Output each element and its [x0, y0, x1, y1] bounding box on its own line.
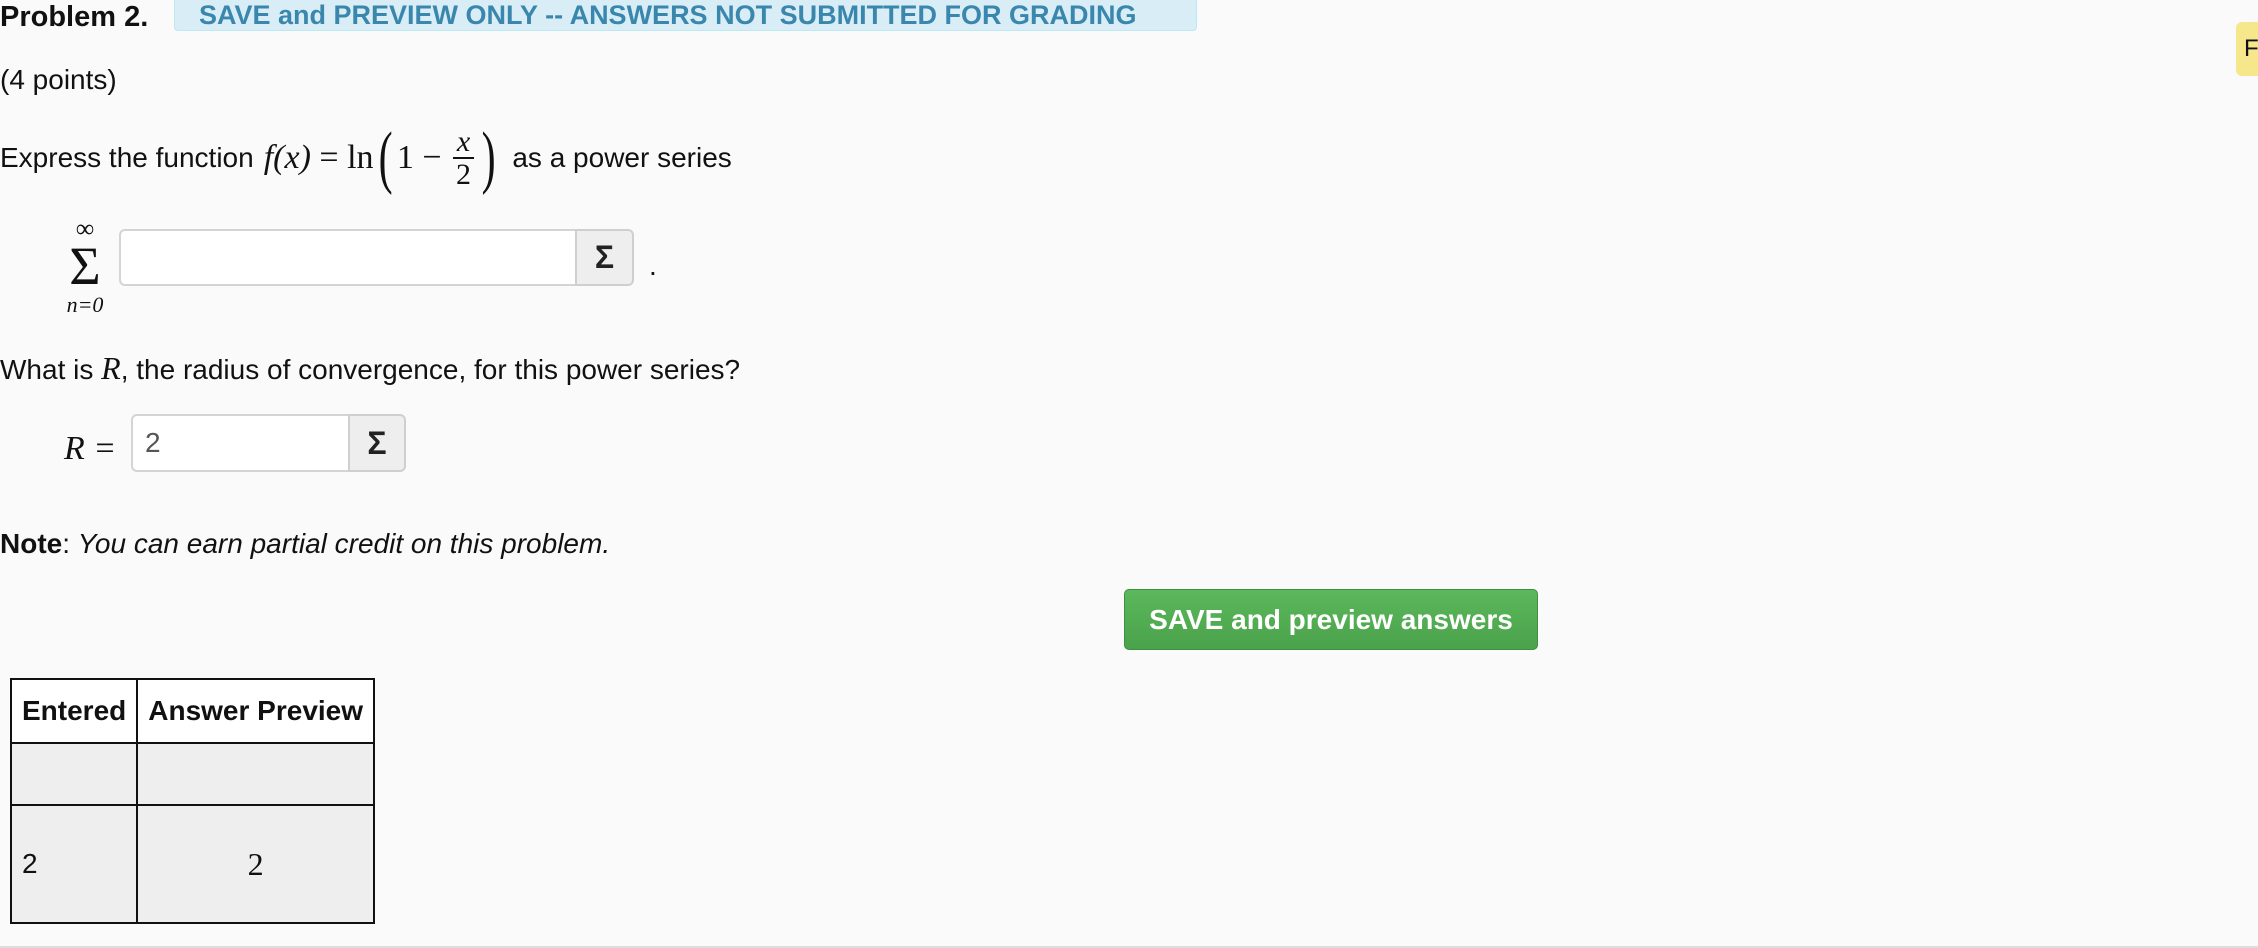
table-header-row: Entered Answer Preview	[9, 678, 376, 744]
header-entered: Entered	[9, 678, 139, 744]
equals-sign: =	[319, 139, 339, 176]
left-paren: (	[378, 119, 393, 196]
header-answer-preview: Answer Preview	[136, 678, 376, 744]
radius-input[interactable]	[131, 414, 348, 472]
fraction: x 2	[452, 125, 475, 191]
table-row: 2 2	[9, 804, 376, 924]
right-paren: )	[481, 119, 496, 196]
preview-cell	[136, 742, 376, 806]
question-express-function: Express the function f(x) = ln ( 1 − x 2…	[0, 118, 732, 198]
question-prefix: Express the function	[0, 142, 254, 173]
preview-only-banner: SAVE and PREVIEW ONLY -- ANSWERS NOT SUB…	[174, 0, 1197, 31]
preview-cell: 2	[136, 804, 376, 924]
radius-label: R =	[64, 430, 116, 468]
summation-symbol: ∞ Σ n=0	[60, 216, 110, 320]
points-label: (4 points)	[0, 64, 117, 95]
entered-cell: 2	[9, 804, 139, 924]
fraction-numerator: x	[452, 125, 475, 159]
sigma-icon: Σ	[69, 236, 101, 296]
function-lhs: f(x)	[263, 139, 311, 176]
partial-credit-note: Note: You can earn partial credit on thi…	[0, 528, 610, 560]
radius-label-text: R =	[64, 430, 117, 467]
function-formula: f(x) = ln ( 1 − x 2 )	[264, 123, 501, 193]
radius-equation-editor-button[interactable]: Σ	[348, 414, 406, 472]
one-term: 1	[396, 139, 414, 176]
question-radius-suffix: , the radius of convergence, for this po…	[120, 354, 741, 385]
entered-cell	[9, 742, 139, 806]
question-radius: What is R, the radius of convergence, fo…	[0, 350, 740, 387]
note-text: You can earn partial credit on this prob…	[77, 528, 611, 559]
radius-variable: R	[101, 350, 121, 386]
sum-lower-limit: n=0	[66, 292, 104, 317]
problem-title: Problem 2.	[0, 1, 149, 33]
series-equation-editor-button[interactable]: Σ	[575, 229, 634, 286]
ln-operator: ln	[347, 139, 374, 176]
save-preview-button[interactable]: SAVE and preview answers	[1124, 589, 1538, 650]
question-radius-prefix: What is	[0, 354, 94, 385]
series-period: .	[649, 250, 657, 281]
side-tab[interactable]: F	[2236, 22, 2258, 76]
table-row	[9, 742, 376, 806]
question-suffix: as a power series	[512, 142, 732, 173]
note-label: Note	[0, 528, 63, 559]
fraction-denominator: 2	[456, 158, 472, 191]
series-term-input[interactable]	[119, 229, 575, 286]
note-colon: :	[62, 528, 71, 559]
minus-sign: −	[422, 139, 442, 176]
answer-preview-table: Entered Answer Preview 2 2	[9, 678, 376, 924]
